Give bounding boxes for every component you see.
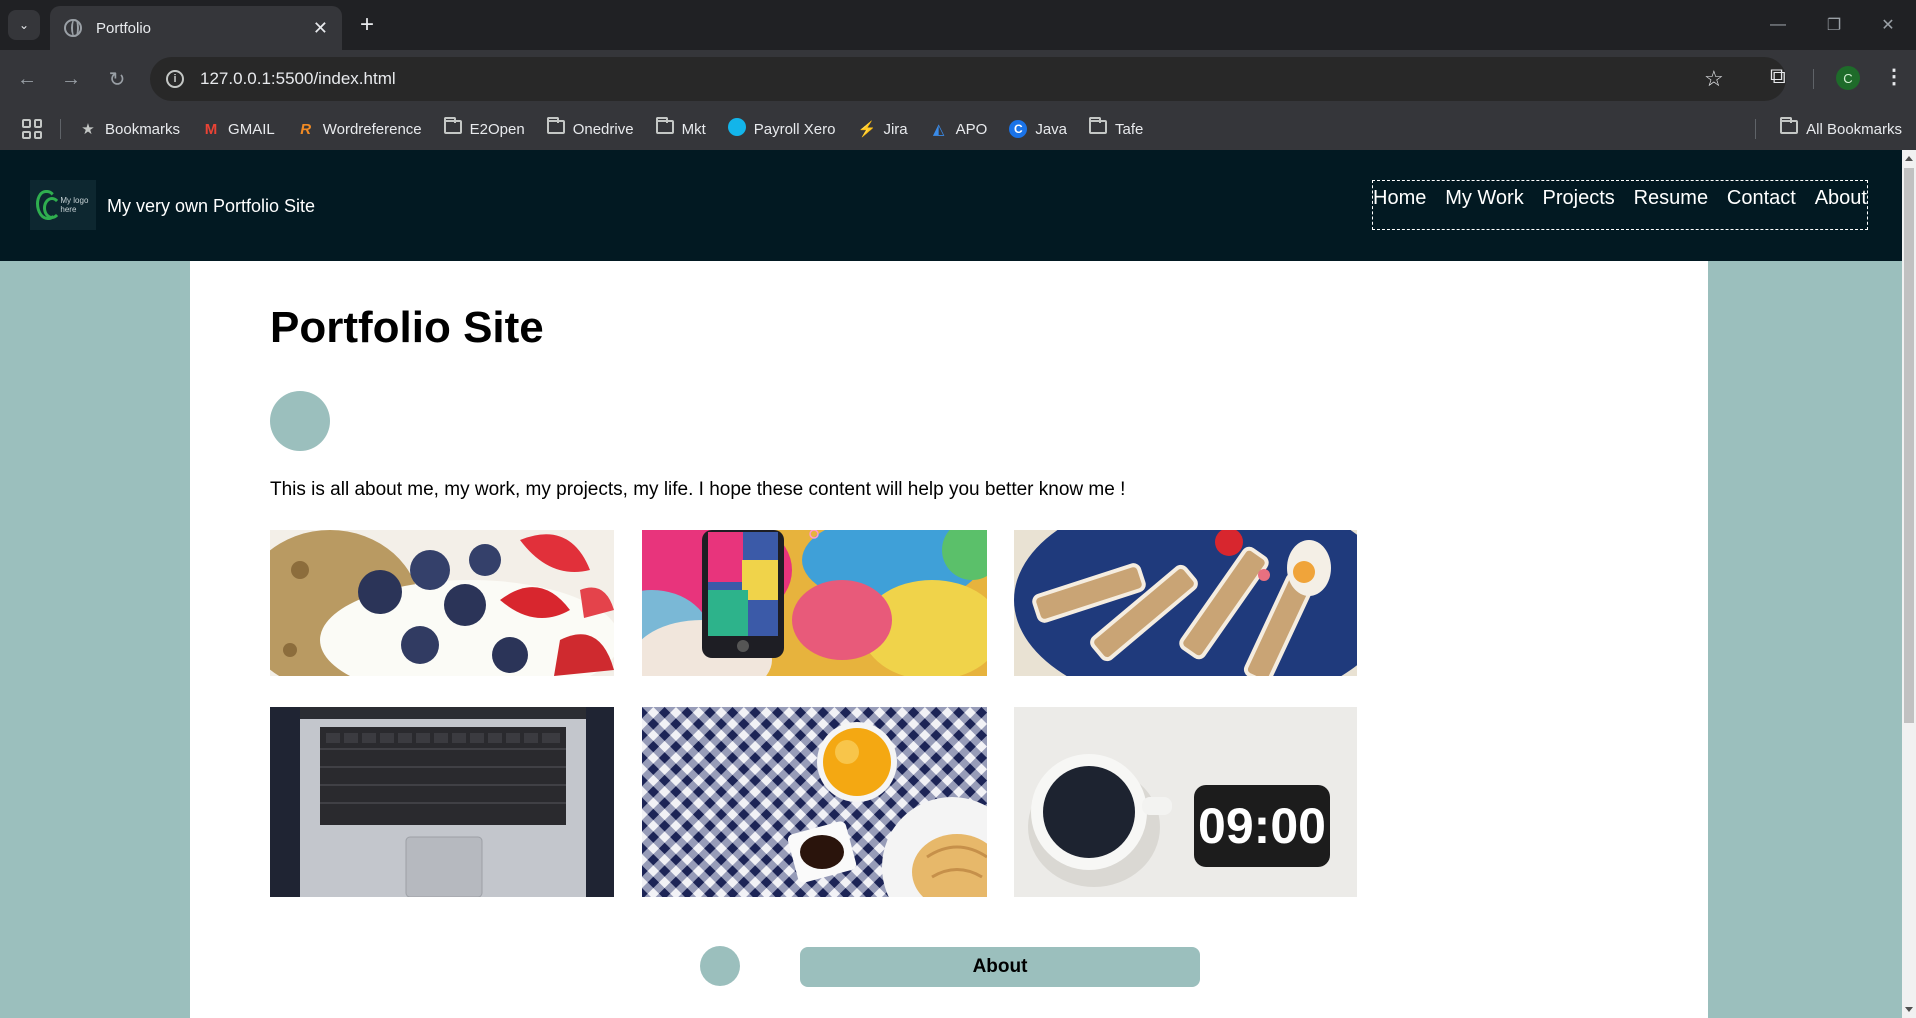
close-tab-icon[interactable]: ✕ [313,18,328,39]
gallery-image-yogurt[interactable] [270,530,614,676]
gmail-icon: M [204,120,218,138]
bookmark-label: Wordreference [322,120,422,138]
jira-icon: ⚡ [857,121,877,138]
browser-toolbar: ← → ↻ i 127.0.0.1:5500/index.html ☆ ⧉ C … [0,50,1916,108]
bookmark-mkt[interactable]: Mkt [655,117,706,138]
bookmark-jira[interactable]: ⚡ Jira [857,120,908,139]
bookmark-label: Mkt [681,120,706,138]
gallery-image-clock[interactable]: 09:00 [1014,707,1357,897]
wordreference-icon: R [300,120,312,138]
bookmark-payroll-xero[interactable]: Payroll Xero [727,118,836,140]
gallery-image-toast[interactable] [1014,530,1357,676]
scroll-down-icon[interactable] [1905,1007,1913,1012]
nav-contact[interactable]: Contact [1727,181,1796,210]
toolbar-divider [1813,69,1814,89]
restore-button[interactable]: ❐ [1806,0,1862,50]
url-text: 127.0.0.1:5500/index.html [200,69,396,88]
address-bar[interactable]: i 127.0.0.1:5500/index.html [150,57,1786,101]
bookmark-star-icon[interactable]: ☆ [1704,66,1724,92]
scroll-up-icon[interactable] [1905,156,1913,161]
forward-button[interactable]: → [54,62,88,96]
bookmark-label: Jira [883,120,908,138]
gallery-image-juice[interactable] [642,707,987,897]
folder-icon [1089,117,1107,138]
tab-strip: ⌄ Portfolio ✕ + — ❐ ✕ [0,0,1916,50]
scrollbar-thumb[interactable] [1904,168,1914,723]
apo-icon: ◭ [932,121,945,138]
bookmark-onedrive[interactable]: Onedrive [546,117,634,138]
folder-icon [443,117,462,138]
main-content: Portfolio Site This is all about me, my … [190,261,1708,1018]
apps-icon[interactable] [22,119,42,139]
page-title: Portfolio Site [270,303,544,352]
menu-icon[interactable]: ⋮ [1884,64,1904,89]
gallery-image-phone[interactable] [642,530,987,676]
reload-button[interactable]: ↻ [100,62,134,96]
globe-icon [64,19,82,37]
page-viewport: My logo here My very own Portfolio Site … [0,150,1902,1018]
bookmarks-divider [1755,119,1756,139]
profile-circle [270,391,330,451]
folder-icon [546,117,565,138]
new-tab-button[interactable]: + [352,10,382,40]
clock-text: 09:00 [1198,798,1326,854]
about-button[interactable]: About [800,947,1200,987]
bookmarks-bar: ★ Bookmarks M GMAIL R Wordreference E2Open … [0,108,1916,150]
minimize-button[interactable]: — [1750,0,1806,50]
profile-avatar[interactable]: C [1836,66,1860,90]
nav-home[interactable]: Home [1373,181,1426,210]
bookmark-label: Tafe [1115,120,1144,138]
intro-text: This is all about me, my work, my projec… [270,479,1126,500]
bookmark-label: GMAIL [228,120,275,138]
bookmark-wordreference[interactable]: R Wordreference [297,120,422,138]
xero-icon [727,118,746,140]
all-bookmarks-label: All Bookmarks [1806,120,1902,138]
tab-title: Portfolio [96,19,152,37]
folder-icon [1780,117,1799,138]
main-nav: Home My Work Projects Resume Contact Abo… [1372,180,1868,230]
extensions-icon[interactable]: ⧉ [1770,63,1786,89]
star-icon: ★ [81,121,95,138]
java-icon: C [1009,120,1028,138]
nav-resume[interactable]: Resume [1634,181,1708,210]
bookmark-label: Java [1035,120,1067,138]
bookmark-label: Onedrive [572,120,634,138]
folder-icon [655,117,674,138]
site-info-icon[interactable]: i [166,70,184,88]
nav-about[interactable]: About [1815,181,1867,210]
site-name: My very own Portfolio Site [107,196,316,216]
site-header: My logo here My very own Portfolio Site … [0,150,1902,261]
bookmark-apo[interactable]: ◭ APO [930,120,988,139]
tab-portfolio[interactable]: Portfolio ✕ [50,6,342,50]
bookmark-e2open[interactable]: E2Open [443,117,525,138]
back-button[interactable]: ← [10,62,44,96]
bottom-circle [700,946,740,986]
nav-projects[interactable]: Projects [1543,181,1615,210]
bookmark-label: Payroll Xero [753,120,836,138]
bookmarks-divider [60,119,61,139]
site-logo[interactable]: My logo here [30,180,96,230]
close-window-button[interactable]: ✕ [1860,0,1916,50]
tab-search-button[interactable]: ⌄ [8,10,40,40]
bookmark-label: E2Open [469,120,525,138]
page-scrollbar[interactable] [1902,150,1916,1018]
bookmark-java[interactable]: C Java [1009,120,1067,138]
bookmark-tafe[interactable]: Tafe [1089,117,1144,138]
bookmark-label: Bookmarks [105,120,181,138]
bookmark-gmail[interactable]: M GMAIL [202,121,275,138]
bookmark-label: APO [955,120,988,138]
fingerprint-logo-icon [36,190,62,220]
logo-text: My logo here [60,196,89,214]
all-bookmarks-button[interactable]: All Bookmarks [1780,108,1902,150]
gallery-image-laptop[interactable] [270,707,614,897]
bookmark-bookmarks[interactable]: ★ Bookmarks [79,120,181,139]
nav-my-work[interactable]: My Work [1445,181,1524,210]
